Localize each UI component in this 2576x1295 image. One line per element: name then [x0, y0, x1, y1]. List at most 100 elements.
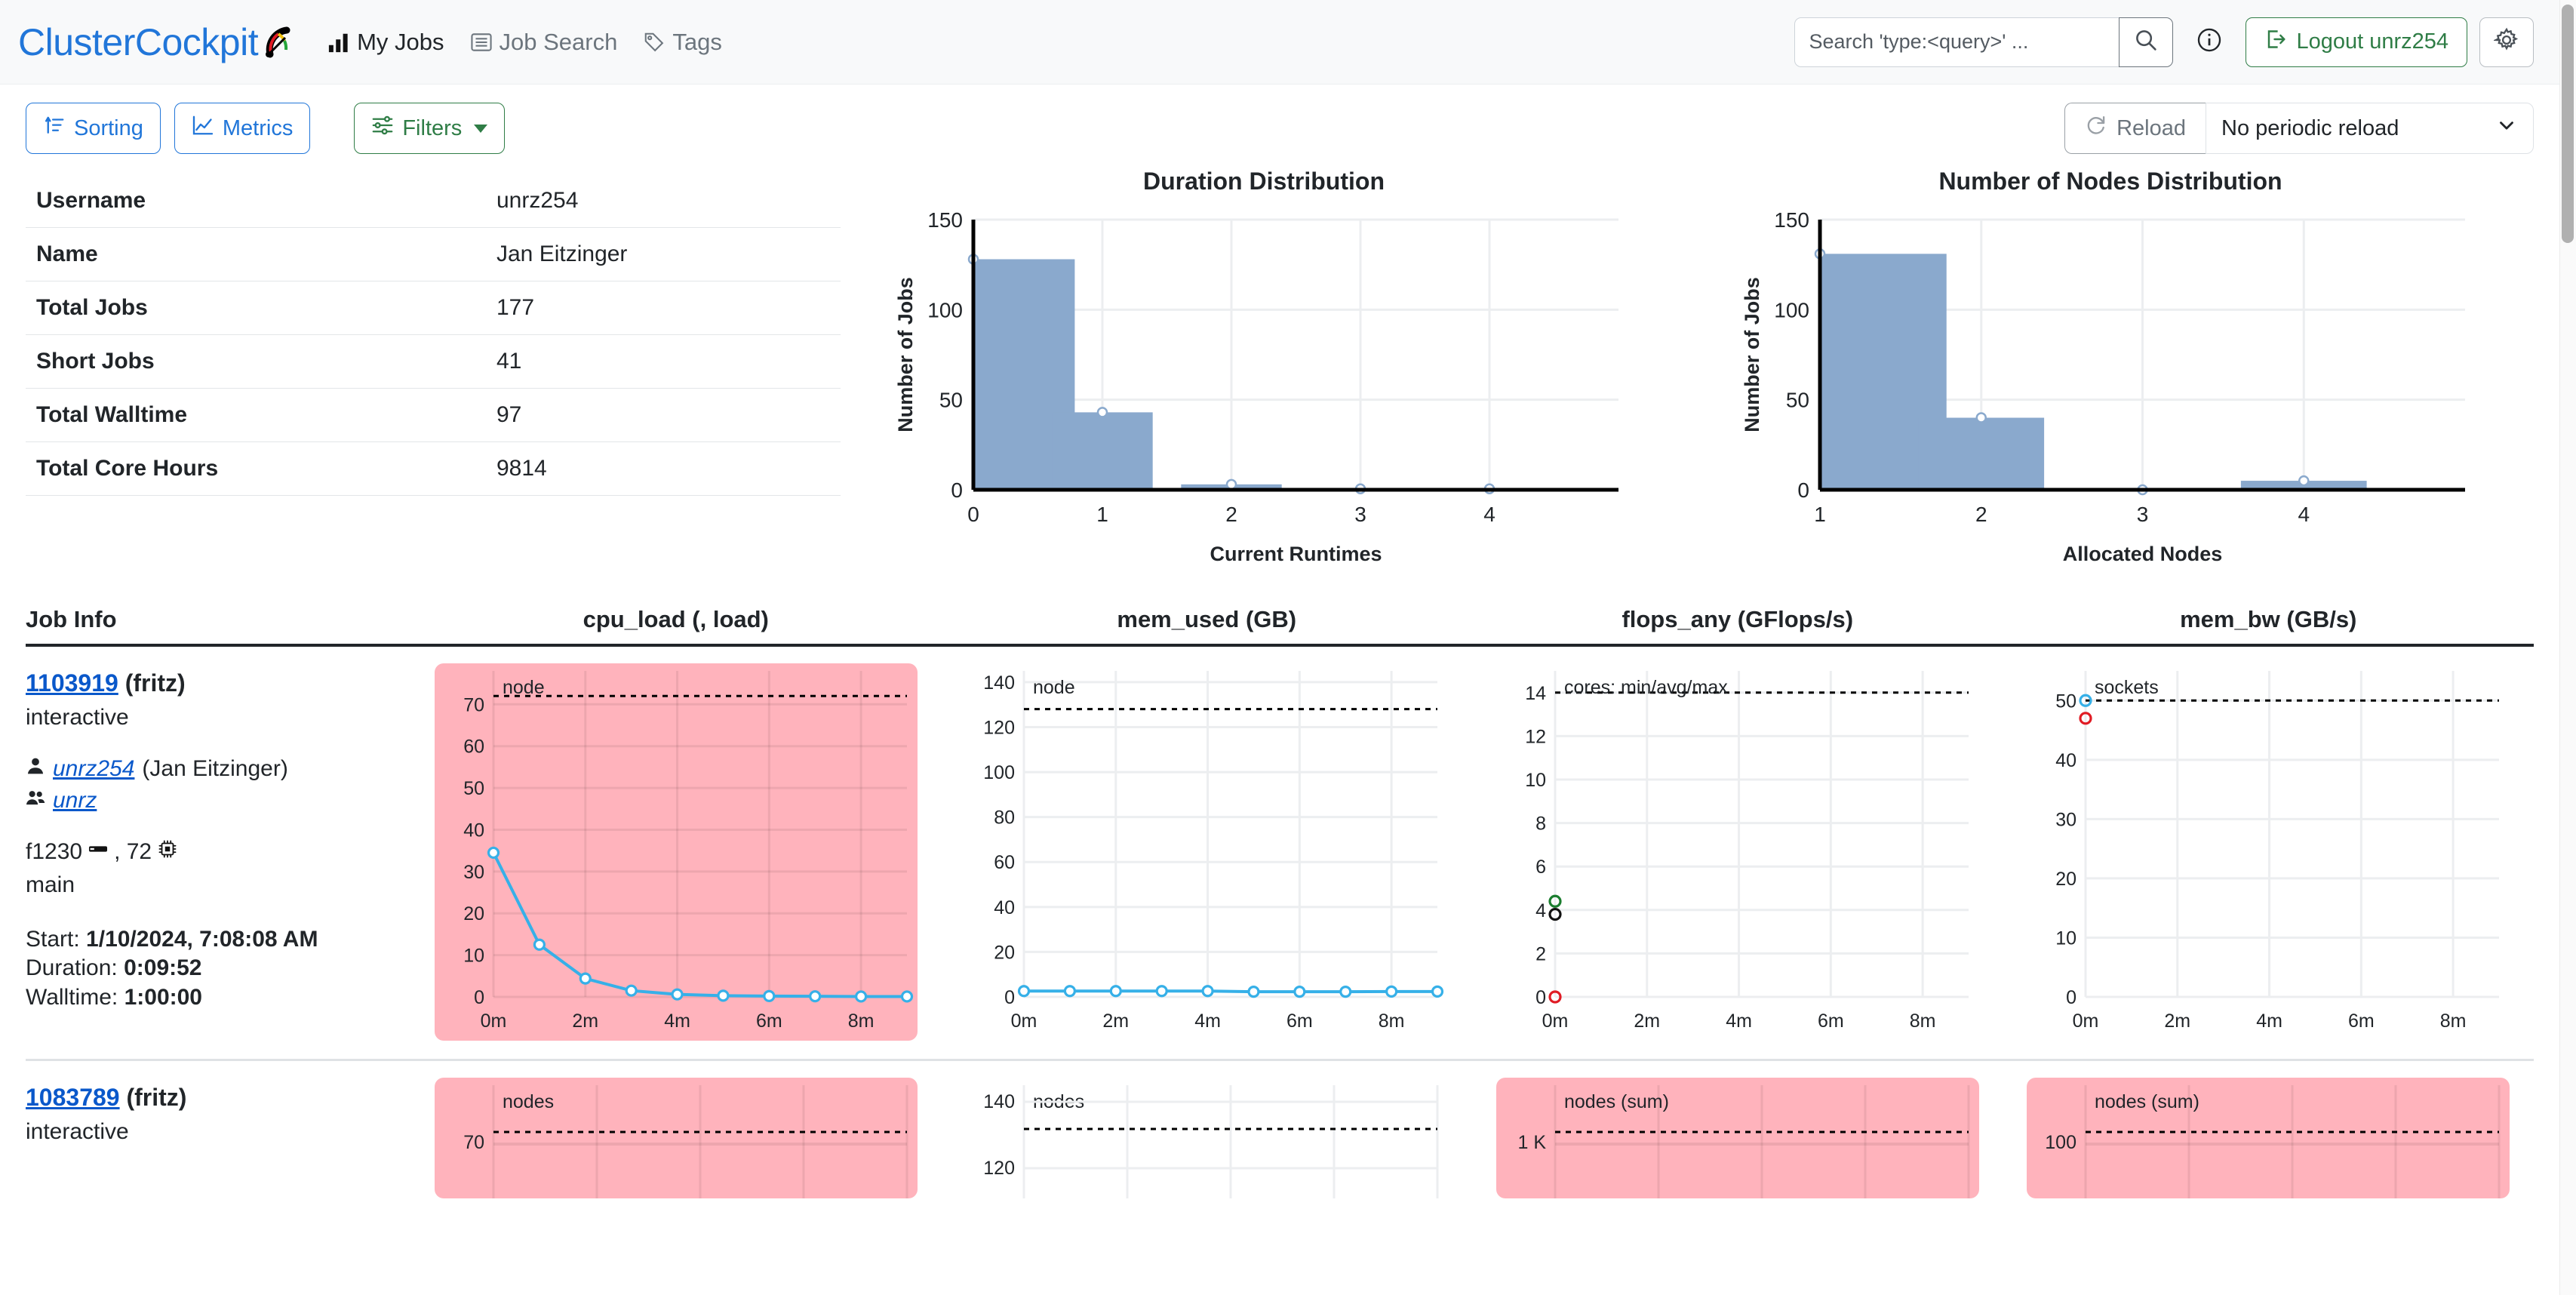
stat-key: Total Core Hours [26, 441, 486, 496]
job-project-link[interactable]: unrz [53, 788, 97, 814]
filters-button[interactable]: Filters [354, 103, 506, 154]
metric-cell-mem-bw[interactable]: sockets 0 10 20 30 40 50 0m 2m 4m 6m 8m [2003, 663, 2535, 1041]
walltime-value: 1:00:00 [124, 984, 202, 1010]
svg-text:4: 4 [1535, 900, 1546, 921]
job-id-link[interactable]: 1103919 [26, 669, 118, 697]
navbar: ClusterCockpit My Jobs Job Search Tags S… [0, 0, 2559, 85]
metrics-button[interactable]: Metrics [174, 103, 311, 154]
nav-link-my-jobs[interactable]: My Jobs [327, 29, 444, 56]
job-resources: f1230 , 72 [26, 839, 410, 865]
job-user-link[interactable]: unrz254 [53, 756, 134, 782]
job-table-header: Job Info cpu_load (, load) mem_used (GB)… [26, 606, 2534, 647]
nav-link-job-search[interactable]: Job Search [470, 29, 617, 56]
toolbar: Sorting Metrics Filters Reload No period… [0, 85, 2559, 168]
svg-text:2: 2 [1225, 503, 1237, 526]
sort-icon [43, 114, 66, 143]
svg-text:nodes (sum): nodes (sum) [1564, 1091, 1669, 1112]
svg-text:30: 30 [2055, 809, 2076, 830]
svg-text:node: node [1033, 677, 1075, 698]
search-input[interactable] [1794, 17, 2120, 67]
metric-cell-mem-used[interactable]: nodes 140 120 [942, 1078, 1473, 1198]
svg-text:Current Runtimes: Current Runtimes [1210, 543, 1382, 565]
job-timings: Start: 1/10/2024, 7:08:08 AM Duration: 0… [26, 925, 410, 1012]
svg-text:1: 1 [1814, 503, 1826, 526]
logout-button[interactable]: Logout unrz254 [2246, 17, 2467, 67]
svg-text:0m: 0m [1542, 1010, 1568, 1032]
duration-value: 0:09:52 [124, 955, 202, 981]
periodic-reload-select[interactable]: No periodic reload [2206, 103, 2534, 154]
metric-cell-mem-used[interactable]: node 0 20 40 60 80 100 120 140 0m 2m 4m 6m 8m [942, 663, 1473, 1041]
svg-text:2: 2 [1535, 943, 1546, 964]
stat-key: Short Jobs [26, 334, 486, 389]
svg-text:6: 6 [1535, 857, 1546, 878]
tag-icon [643, 31, 666, 54]
core-count-value: 72 [126, 839, 152, 864]
job-user-fullname: (Jan Eitzinger) [142, 756, 288, 781]
svg-text:nodes: nodes [503, 1091, 554, 1112]
brand-logo[interactable]: ClusterCockpit [18, 20, 297, 64]
sorting-button[interactable]: Sorting [26, 103, 161, 154]
logout-icon [2264, 28, 2287, 57]
svg-text:8m: 8m [847, 1010, 874, 1032]
svg-text:2m: 2m [1103, 1010, 1130, 1032]
svg-text:4m: 4m [1726, 1010, 1752, 1032]
metrics-label: Metrics [222, 115, 294, 140]
filters-label: Filters [402, 115, 463, 140]
svg-text:2m: 2m [572, 1010, 598, 1032]
nav-link-tags[interactable]: Tags [643, 28, 722, 56]
svg-text:0: 0 [1797, 478, 1809, 502]
user-stats-table: Username unrz254 Name Jan Eitzinger Tota… [26, 174, 841, 496]
page-scrollbar[interactable] [2559, 0, 2576, 1295]
job-subcluster: main [26, 872, 75, 897]
metric-cell-flops-any[interactable]: cores: min/avg/max 0 2 4 6 8 10 12 14 0m 2m 4m 6m 8m [1472, 663, 2003, 1041]
logout-label: Logout unrz254 [2296, 29, 2448, 54]
reload-button[interactable]: Reload [2064, 103, 2206, 154]
job-node-name: f1230 [26, 839, 83, 864]
svg-text:0: 0 [951, 478, 963, 502]
search-button[interactable] [2119, 17, 2174, 67]
search-group [1794, 17, 2174, 67]
scrollbar-thumb[interactable] [2562, 5, 2574, 243]
svg-text:4m: 4m [2256, 1010, 2282, 1032]
chart-title: Duration Distribution [1143, 168, 1385, 195]
metric-cell-flops-any[interactable]: nodes (sum) 1 K [1472, 1078, 2003, 1198]
svg-text:8: 8 [1535, 814, 1546, 835]
duration-label: Duration: [26, 955, 118, 981]
svg-text:20: 20 [463, 903, 484, 924]
svg-text:10: 10 [1525, 770, 1546, 791]
metric-cell-cpu-load[interactable]: node 0 10 20 30 40 50 60 70 0m 2m 4m 6m 8m [410, 663, 942, 1041]
metric-cell-cpu-load[interactable]: nodes 70 [410, 1078, 942, 1198]
chevron-down-icon [2495, 114, 2518, 143]
svg-text:14: 14 [1525, 683, 1546, 704]
svg-text:1 K: 1 K [1517, 1132, 1546, 1153]
start-value: 1/10/2024, 7:08:08 AM [86, 927, 318, 952]
svg-text:cores: min/avg/max: cores: min/avg/max [1564, 677, 1728, 698]
job-id-line: 1083789 (fritz) [26, 1084, 410, 1112]
brand-label: ClusterCockpit [18, 20, 259, 63]
table-row: Name Jan Eitzinger [26, 227, 841, 281]
cpu-icon [158, 839, 177, 865]
info-circle-icon [2196, 27, 2222, 57]
svg-text:100: 100 [2046, 1132, 2077, 1153]
svg-text:70: 70 [463, 694, 484, 715]
metric-cell-mem-bw[interactable]: nodes (sum) 100 [2003, 1078, 2535, 1198]
sorting-label: Sorting [74, 115, 143, 140]
settings-button[interactable] [2479, 17, 2534, 67]
refresh-icon [2085, 114, 2107, 143]
job-id-link[interactable]: 1083789 [26, 1084, 120, 1111]
svg-text:10: 10 [2055, 927, 2076, 949]
svg-text:4m: 4m [1194, 1010, 1221, 1032]
svg-text:4: 4 [2298, 503, 2310, 526]
svg-text:1: 1 [1096, 503, 1108, 526]
svg-text:2m: 2m [2165, 1010, 2191, 1032]
server-icon [88, 839, 108, 865]
svg-text:20: 20 [2055, 869, 2076, 890]
col-header-cpu-load: cpu_load (, load) [583, 606, 769, 632]
table-row: Short Jobs 41 [26, 334, 841, 389]
search-info-button[interactable] [2185, 17, 2233, 67]
nav-link-label: Tags [672, 28, 722, 55]
gear-icon [2492, 27, 2519, 57]
stat-value: unrz254 [486, 174, 841, 228]
table-row: 1103919 (fritz) interactive unrz254 (Jan… [26, 647, 2534, 1061]
walltime-label: Walltime: [26, 984, 118, 1010]
